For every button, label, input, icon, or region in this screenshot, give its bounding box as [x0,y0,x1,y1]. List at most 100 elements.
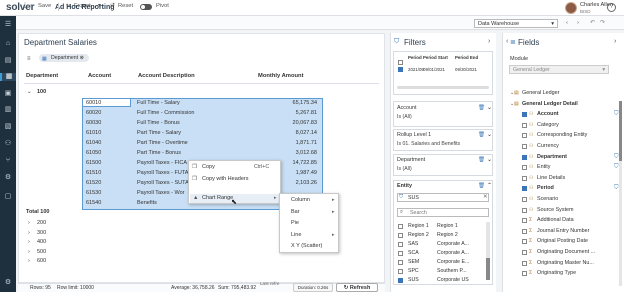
field-label[interactable]: Period [537,185,554,191]
reset-button[interactable]: Reset [118,3,133,9]
group-row-label[interactable]: 200 [37,220,46,226]
submenu-item[interactable]: Bar [291,209,300,215]
field-label[interactable]: Additional Data [537,217,574,223]
menu-item-chart-range[interactable]: Chart Range [202,195,233,201]
undo-icon[interactable]: ↶ [590,20,595,26]
entity-checkbox[interactable] [398,224,403,229]
close-icon[interactable]: ⊗ [80,55,84,61]
chevron-down-icon[interactable]: ⌄ [487,104,492,111]
chevron-down-icon[interactable]: ▾ [98,3,101,9]
cell-account[interactable]: 61010 [86,129,101,137]
entity-code[interactable]: SEM [408,259,419,265]
entity-checkbox[interactable] [398,260,403,265]
period-checkbox[interactable] [398,60,403,65]
field-checkbox[interactable] [522,228,527,234]
avatar[interactable] [565,2,577,14]
cell-description[interactable]: Payroll Taxes - FICA [137,159,187,167]
settings-icon[interactable]: ⚙ [3,279,13,287]
field-label[interactable]: Journal Entry Number [537,228,589,234]
data-icon[interactable]: ▧ [3,123,13,131]
table-row[interactable]: 61050 Part Time - Bonus 3,012.68 [24,149,379,157]
funnel-icon[interactable]: ⛉ [614,154,619,161]
funnel-icon[interactable]: ⛉ [614,164,619,171]
chevron-right-icon[interactable]: › [488,38,490,45]
entity-code[interactable]: SPC [408,268,419,274]
column-header-account[interactable]: Account [88,73,111,79]
field-checkbox[interactable] [522,112,527,118]
entity-code[interactable]: SUS [408,277,419,283]
field-checkbox[interactable] [522,250,527,255]
field-label[interactable]: Source System [537,207,574,213]
cell-description[interactable]: Payroll Taxes - Wor [137,189,184,197]
entity-checkbox[interactable] [398,251,403,256]
entity-search-input[interactable]: Search [397,208,489,217]
column-header-amount[interactable]: Monthly Amount [258,73,304,79]
cell-amount[interactable]: 3,012.68 [269,149,317,157]
save-button[interactable]: Save [38,3,51,9]
cell-description[interactable]: Payroll Taxes - SUTA [137,179,189,187]
cell-amount[interactable]: 65,175.34 [269,99,317,107]
submenu-item[interactable]: Column [291,197,310,203]
group-row-label[interactable]: 300 [37,230,46,236]
field-label[interactable]: Department [537,154,567,160]
trash-icon[interactable]: 🗑 [478,105,485,111]
field-checkbox[interactable] [522,207,527,213]
cell-description[interactable]: Payroll Taxes - FUTA [137,169,188,177]
field-label[interactable]: Category [537,122,559,128]
table-row[interactable]: 60010 Full Time - Salary 65,175.34 [24,99,379,107]
home-icon[interactable]: ⌂ [3,40,13,48]
grid-icon[interactable]: ▦ [0,73,16,81]
cell-description[interactable]: Part Time - Bonus [137,149,181,157]
chevron-up-icon[interactable]: ⌃ [487,182,492,189]
chevron-right-icon[interactable]: › [614,38,616,45]
field-checkbox[interactable] [522,239,527,245]
cell-account[interactable]: 61040 [86,139,101,147]
cell-description[interactable]: Full Time - Commission [137,109,194,117]
entity-code[interactable]: SCA [408,250,419,256]
submenu-item[interactable]: X Y (Scatter) [291,243,322,249]
column-header-description[interactable]: Account Description [138,73,195,79]
entity-checkbox[interactable] [398,269,403,274]
entity-code[interactable]: Region 1 [408,223,429,229]
expand-icon[interactable]: › [28,230,30,236]
redo-icon[interactable]: ↷ [600,20,605,26]
cell-amount[interactable]: 1,871.71 [269,139,317,147]
group-row-label[interactable]: 400 [37,239,46,245]
expand-icon[interactable]: › [28,220,30,226]
trash-icon[interactable]: 🗑 [478,157,485,163]
table-row[interactable]: 60030 Full Time - Bonus 20,067.83 [24,119,379,127]
table-row[interactable]: 60020 Full Time - Commission 5,267.81 [24,109,379,117]
chevron-down-icon[interactable]: ⌄ [487,131,492,138]
filter-list-icon[interactable]: ≡ [27,56,31,62]
help-icon[interactable]: ? [607,3,616,12]
field-checkbox[interactable] [522,218,527,224]
field-checkbox[interactable] [522,197,527,202]
report-icon[interactable]: ▤ [3,57,13,65]
refresh-button[interactable]: ↻ Refresh [336,283,378,292]
chart-icon[interactable]: ▥ [3,106,13,114]
field-label[interactable]: General Ledger [522,90,559,96]
submenu-item[interactable]: Line [291,232,301,238]
menu-item-copy[interactable]: Copy [202,164,215,170]
cell-account[interactable]: 61520 [86,179,101,187]
entity-checkbox[interactable] [398,278,403,283]
menu-item-copy-with-headers[interactable]: Copy with Headers [202,176,248,182]
cell-account[interactable]: 60020 [86,109,101,117]
cell-amount[interactable]: 5,267.81 [269,109,317,117]
field-label[interactable]: Scenario [537,196,558,202]
cell-account[interactable]: 61500 [86,159,101,167]
field-checkbox[interactable] [522,260,527,266]
field-checkbox[interactable] [522,175,527,181]
forms-icon[interactable]: ▣ [3,90,13,98]
module-select[interactable]: General Ledger ▾ [509,65,609,74]
field-checkbox[interactable] [522,133,527,139]
close-icon[interactable]: ✕ [483,194,487,200]
field-label[interactable]: Originating Master Nu... [537,260,594,266]
entity-name[interactable]: Region 2 [437,232,458,238]
cell-account[interactable]: 61540 [86,199,101,207]
export-button[interactable]: Export [74,3,91,9]
cell-account[interactable]: 60030 [86,119,101,127]
field-checkbox[interactable] [522,154,527,160]
cell-account[interactable]: 60010 [86,99,101,107]
field-label[interactable]: Original Posting Date [537,238,588,244]
